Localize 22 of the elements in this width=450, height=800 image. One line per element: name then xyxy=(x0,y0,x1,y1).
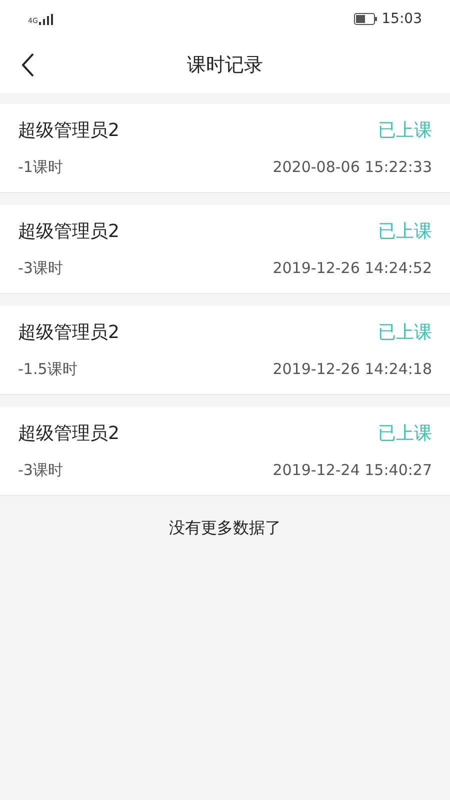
hours-label: -3课时 xyxy=(18,258,63,280)
record-time: 2020-08-06 15:22:33 xyxy=(272,157,432,178)
status-label: 已上课 xyxy=(378,119,432,144)
back-icon xyxy=(21,53,35,77)
hours-label: -3课时 xyxy=(18,460,63,482)
teacher-name: 超级管理员2 xyxy=(18,119,120,144)
record-time: 2019-12-26 14:24:18 xyxy=(272,359,432,380)
hours-label: -1.5课时 xyxy=(18,359,78,380)
page-title: 课时记录 xyxy=(187,53,263,78)
status-label: 已上课 xyxy=(378,422,432,446)
teacher-name: 超级管理员2 xyxy=(18,220,120,244)
battery-icon xyxy=(354,13,378,25)
record-time: 2019-12-26 14:24:52 xyxy=(272,258,432,280)
hours-label: -1课时 xyxy=(18,157,63,178)
status-label: 已上课 xyxy=(378,321,432,346)
clock-time: 15:03 xyxy=(382,10,422,28)
record-time: 2019-12-24 15:40:27 xyxy=(272,460,432,482)
end-of-list-text: 没有更多数据了 xyxy=(169,517,281,539)
teacher-name: 超级管理员2 xyxy=(18,321,120,346)
teacher-name: 超级管理员2 xyxy=(18,422,120,446)
signal-icon xyxy=(38,14,53,24)
status-label: 已上课 xyxy=(378,220,432,244)
